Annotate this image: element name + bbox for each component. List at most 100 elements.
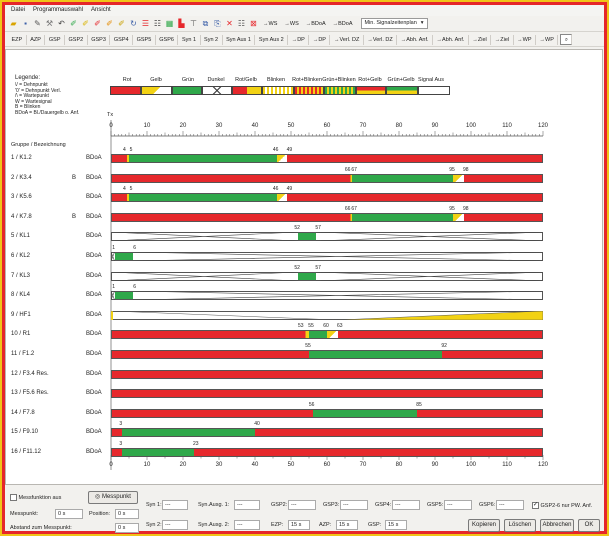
- messfunktion-checkbox[interactable]: Messfunktion aus: [10, 494, 61, 501]
- align-icon[interactable]: ⊤: [188, 18, 199, 29]
- abstand-field[interactable]: 0 s: [115, 523, 139, 533]
- menu-ansicht[interactable]: Ansicht: [91, 6, 111, 15]
- undo-icon[interactable]: ↶: [56, 18, 67, 29]
- insert-row-icon[interactable]: ☰: [140, 18, 151, 29]
- delete-row-icon[interactable]: ☷: [152, 18, 163, 29]
- signal-bar[interactable]: [111, 193, 543, 203]
- toolbar2-item[interactable]: →Verl. DZ: [364, 34, 398, 45]
- signal-bar[interactable]: [111, 350, 543, 359]
- signal-bar[interactable]: [111, 369, 543, 379]
- position-field[interactable]: 0 s: [115, 509, 139, 519]
- toolbar2-item[interactable]: Syn 2: [201, 34, 223, 45]
- signal-bar[interactable]: [111, 408, 543, 418]
- time-marker-label: 95: [449, 205, 455, 212]
- refresh-icon[interactable]: ↻: [128, 18, 139, 29]
- toolbar2-item[interactable]: GSP: [45, 34, 66, 45]
- signal-bar[interactable]: [111, 232, 543, 242]
- green-segment: [114, 292, 133, 300]
- loeschen-button[interactable]: Löschen: [504, 519, 536, 532]
- toolbar2-item[interactable]: →Ziel: [469, 34, 492, 45]
- toolbar2-item[interactable]: GSP5: [133, 34, 156, 45]
- time-marker-label: 53: [298, 323, 304, 330]
- toolbar2-item[interactable]: →WP: [536, 34, 559, 45]
- menu-programmauswahl[interactable]: Programmauswahl: [33, 6, 83, 15]
- syn2-field[interactable]: ---: [162, 520, 188, 530]
- synaus2-field[interactable]: ---: [234, 520, 260, 530]
- gsp2-field[interactable]: ---: [288, 500, 316, 510]
- signal-bar[interactable]: [111, 173, 543, 183]
- delete-icon[interactable]: ✕: [224, 18, 235, 29]
- paste-icon[interactable]: ⎘: [212, 18, 223, 29]
- signal-bar[interactable]: [111, 271, 543, 281]
- toolbar2-item[interactable]: →WP: [514, 34, 536, 45]
- mode-label: BDoA: [86, 409, 102, 416]
- signal-bar[interactable]: [111, 330, 543, 340]
- goto-bdoa-right[interactable]: →BDoA: [330, 21, 356, 27]
- toolbar2-item[interactable]: →DP: [309, 34, 331, 45]
- yellow-segment: [327, 331, 338, 339]
- gsp26-checkbox[interactable]: ✓ GSP2-6 nur PW. Anf.: [532, 502, 592, 509]
- toolbar2-item[interactable]: →Verl. DZ: [330, 34, 364, 45]
- tick-label-top: 30: [215, 123, 223, 129]
- ok-button[interactable]: OK: [578, 519, 600, 532]
- toolbar2-item[interactable]: →Ziel: [491, 34, 514, 45]
- toolbar2-item[interactable]: GSP6: [156, 34, 179, 45]
- toolbar2-item[interactable]: →DP: [288, 34, 310, 45]
- messpunkt-field[interactable]: 0 s: [55, 509, 83, 519]
- gsp3-field[interactable]: ---: [340, 500, 368, 510]
- time-marker-label: 6: [133, 245, 136, 251]
- signal-bar[interactable]: [111, 252, 543, 261]
- tools-icon[interactable]: ⚒: [44, 18, 55, 29]
- abbrechen-button[interactable]: Abbrechen: [540, 519, 574, 532]
- toolbar2-item[interactable]: GSP4: [110, 34, 134, 45]
- signal-bar[interactable]: [111, 428, 543, 438]
- position-label: Position:: [89, 511, 111, 517]
- grid-icon[interactable]: ▦: [164, 18, 175, 29]
- magnifier-icon[interactable]: ⌕: [560, 34, 573, 45]
- toolbar2-item[interactable]: Syn Aus 2: [255, 34, 289, 45]
- syn1-field[interactable]: ---: [162, 500, 188, 510]
- ezp-field[interactable]: 15 s: [288, 520, 310, 530]
- table-delete-icon[interactable]: ⊠: [248, 18, 259, 29]
- toolbar2-item[interactable]: AZP: [27, 34, 46, 45]
- signal-bar[interactable]: [111, 389, 543, 399]
- gsp-field[interactable]: 15 s: [385, 520, 407, 530]
- copy-icon[interactable]: ⧉: [200, 18, 211, 29]
- goto-ws-left[interactable]: →WS: [260, 21, 280, 27]
- signal-icon[interactable]: ▙: [176, 18, 187, 29]
- goto-ws-right[interactable]: →WS: [281, 21, 301, 27]
- open-folder-icon[interactable]: ▰: [8, 18, 19, 29]
- signal-bar[interactable]: [111, 310, 543, 320]
- target-icon: ◎: [95, 494, 101, 500]
- toolbar2-item[interactable]: GSP3: [88, 34, 111, 45]
- save-icon[interactable]: ▪: [20, 18, 31, 29]
- toolbar2-item[interactable]: EZP: [8, 34, 27, 45]
- kopieren-button[interactable]: Kopieren: [468, 519, 500, 532]
- gsp4-field[interactable]: ---: [392, 500, 420, 510]
- synaus1-field[interactable]: ---: [234, 500, 260, 510]
- pencil-red-icon[interactable]: ✐: [92, 18, 103, 29]
- goto-bdoa-left[interactable]: →BDoA: [303, 21, 329, 27]
- plan-select[interactable]: Min. Signalzeitenplan ▾: [360, 18, 428, 29]
- pencil-amber-icon[interactable]: ✐: [116, 18, 127, 29]
- menu-datei[interactable]: Datei: [11, 6, 25, 15]
- pencil-orange-icon[interactable]: ✐: [104, 18, 115, 29]
- toolbar2-item[interactable]: Syn 1: [178, 34, 201, 45]
- toolbar2-item[interactable]: GSP2: [65, 34, 88, 45]
- toolbar2-item[interactable]: →Abh. Anf.: [433, 34, 469, 45]
- signal-bar[interactable]: [111, 154, 543, 163]
- toolbar2-item[interactable]: Syn Aus 1: [223, 34, 256, 45]
- azp-field[interactable]: 15 s: [336, 520, 358, 530]
- signal-bar[interactable]: [111, 448, 543, 457]
- tick-label-top: 20: [179, 123, 187, 129]
- messpunkt-button[interactable]: ◎ Messpunkt: [88, 491, 138, 504]
- toolbar2-item[interactable]: →Abh. Anf.: [397, 34, 434, 45]
- pencil-yellow-icon[interactable]: ✐: [80, 18, 91, 29]
- gsp5-field[interactable]: ---: [444, 500, 472, 510]
- signal-bar[interactable]: [111, 291, 543, 301]
- pencil-green-icon[interactable]: ✐: [68, 18, 79, 29]
- edit-icon[interactable]: ✎: [32, 18, 43, 29]
- gsp6-field[interactable]: ---: [496, 500, 524, 510]
- table-edit-icon[interactable]: ☷: [236, 18, 247, 29]
- signal-bar[interactable]: [111, 212, 543, 222]
